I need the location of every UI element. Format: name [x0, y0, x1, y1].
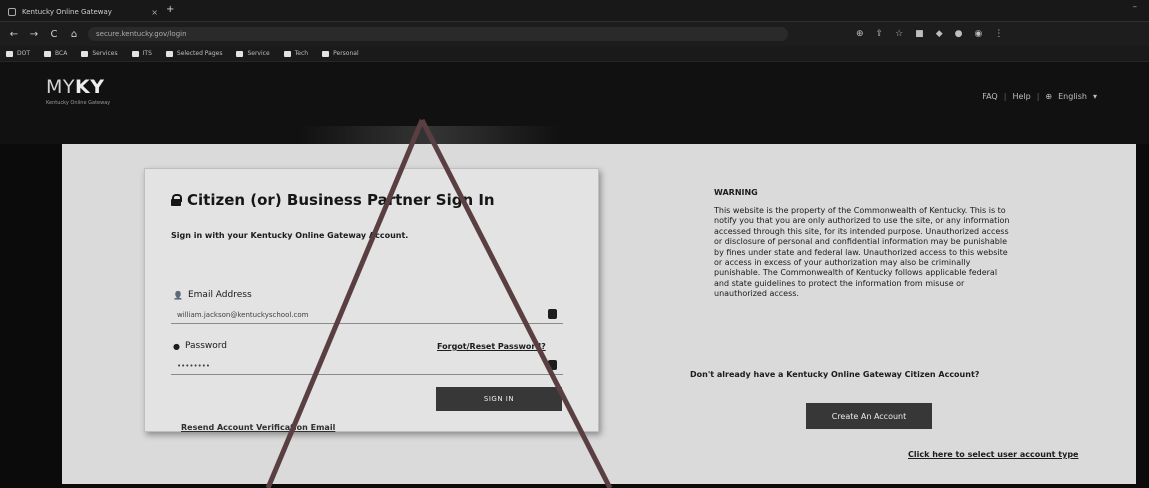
- bookmark-label: Services: [92, 50, 118, 57]
- zoom-icon[interactable]: ⊕: [856, 29, 864, 39]
- folder-icon: [44, 50, 52, 57]
- header-links: FAQ | Help | ⊕ English ▾: [982, 92, 1097, 101]
- no-account-prompt: Don't already have a Kentucky Online Gat…: [690, 370, 980, 379]
- browser-tab[interactable]: Kentucky Online Gateway ×: [8, 4, 158, 20]
- create-account-button[interactable]: Create An Account: [806, 403, 932, 429]
- url-input[interactable]: secure.kentucky.gov/login: [88, 27, 788, 41]
- divider: |: [1003, 92, 1007, 101]
- bookmark-item[interactable]: Services: [81, 50, 118, 57]
- email-field[interactable]: william.jackson@kentuckyschool.com: [171, 306, 563, 324]
- folder-icon: [236, 50, 244, 57]
- warning-text: This website is the property of the Comm…: [714, 206, 1010, 299]
- extension-icon[interactable]: ◆: [936, 29, 943, 39]
- bookmark-item[interactable]: Tech: [283, 50, 309, 57]
- signin-subtitle: Sign in with your Kentucky Online Gatewa…: [171, 231, 409, 240]
- close-tab-icon[interactable]: ×: [151, 8, 158, 17]
- bookmark-item[interactable]: Service: [236, 50, 270, 57]
- signin-title: Citizen (or) Business Partner Sign In: [171, 191, 495, 209]
- divider: |: [1036, 92, 1040, 101]
- browser-tab-bar: Kentucky Online Gateway × + –: [0, 0, 1149, 22]
- faq-link[interactable]: FAQ: [982, 92, 998, 101]
- new-tab-button[interactable]: +: [166, 4, 174, 15]
- bookmark-star-icon[interactable]: ☆: [895, 29, 903, 39]
- site-header: MYKY Kentucky Online Gateway FAQ | Help …: [0, 62, 1149, 144]
- forward-icon[interactable]: →: [28, 29, 40, 40]
- favicon-icon: [8, 8, 16, 16]
- password-label: ● Password: [173, 341, 228, 351]
- lock-icon: [171, 194, 182, 206]
- profile-icon[interactable]: ◉: [974, 29, 982, 39]
- forgot-password-link[interactable]: Forgot/Reset Password?: [437, 342, 546, 351]
- password-field[interactable]: ••••••••: [171, 357, 563, 375]
- email-label: 👤 Email Address: [173, 290, 252, 300]
- folder-icon: [131, 50, 139, 57]
- bookmark-item[interactable]: Selected Pages: [165, 50, 223, 57]
- bookmark-label: Tech: [294, 50, 309, 57]
- bookmark-label: Service: [247, 50, 270, 57]
- chevron-down-icon: ▾: [1092, 92, 1097, 101]
- language-select[interactable]: English: [1058, 92, 1087, 101]
- autofill-icon[interactable]: [548, 360, 557, 370]
- menu-icon[interactable]: ⋮: [994, 29, 1003, 39]
- folder-icon: [283, 50, 291, 57]
- header-shadow: [300, 126, 560, 144]
- bookmark-item[interactable]: DOT: [6, 50, 30, 57]
- signin-button[interactable]: SIGN IN: [436, 387, 562, 411]
- extension-icon[interactable]: ●: [955, 29, 963, 39]
- globe-icon: ⊕: [1045, 92, 1053, 101]
- signin-card: Citizen (or) Business Partner Sign In Si…: [144, 168, 599, 432]
- bookmark-label: DOT: [17, 50, 31, 57]
- bookmark-item[interactable]: BCA: [44, 50, 67, 57]
- minimize-window-button[interactable]: –: [1133, 2, 1138, 12]
- key-icon: ●: [173, 341, 180, 351]
- bookmark-item[interactable]: ITS: [131, 50, 152, 57]
- warning-title: WARNING: [714, 188, 758, 197]
- autofill-icon[interactable]: [548, 309, 557, 319]
- extension-icon[interactable]: ■: [915, 29, 924, 39]
- share-icon[interactable]: ⇪: [876, 29, 884, 39]
- logo-subtitle: Kentucky Online Gateway: [46, 100, 111, 106]
- folder-icon: [6, 50, 13, 57]
- extension-toolbar: ⊕ ⇪ ☆ ■ ◆ ● ◉ ⋮: [856, 29, 1003, 39]
- bookmarks-bar: DOT BCA Services ITS Selected Pages Service Te…: [0, 46, 1149, 62]
- bookmark-label: Selected Pages: [176, 50, 223, 57]
- home-icon[interactable]: ⌂: [68, 29, 80, 40]
- reload-icon[interactable]: C: [48, 29, 60, 40]
- select-account-type-link[interactable]: Click here to select user account type: [908, 450, 1078, 459]
- bookmark-item[interactable]: Personal: [322, 50, 359, 57]
- bookmark-label: BCA: [55, 50, 68, 57]
- main-panel: Citizen (or) Business Partner Sign In Si…: [62, 144, 1136, 484]
- folder-icon: [322, 50, 330, 57]
- resend-verification-link[interactable]: Resend Account Verification Email: [181, 423, 335, 432]
- back-icon[interactable]: ←: [8, 29, 20, 40]
- folder-icon: [165, 50, 173, 57]
- folder-icon: [81, 50, 89, 57]
- tab-title: Kentucky Online Gateway: [22, 8, 112, 16]
- bookmark-label: Personal: [333, 50, 359, 57]
- myky-logo[interactable]: MYKY: [46, 76, 104, 98]
- address-bar-row: ← → C ⌂ secure.kentucky.gov/login ⊕ ⇪ ☆ …: [0, 22, 1149, 46]
- user-icon: 👤: [173, 290, 183, 300]
- bookmark-label: ITS: [142, 50, 152, 57]
- help-link[interactable]: Help: [1012, 92, 1030, 101]
